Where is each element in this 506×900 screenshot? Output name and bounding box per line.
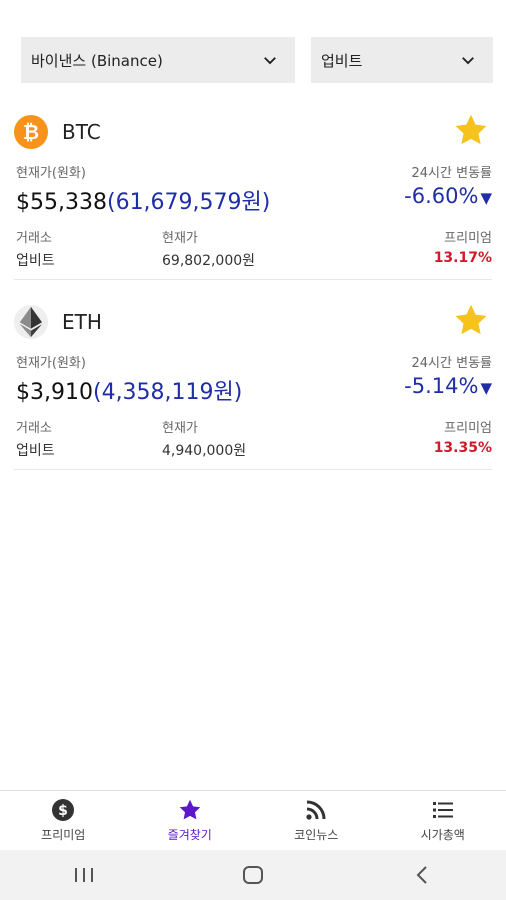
tab-coin-news[interactable]: 코인뉴스 [253, 791, 380, 850]
recent-apps-button[interactable] [69, 860, 99, 890]
exchange-price: 69,802,000원 [162, 253, 256, 269]
usd-price: $3,910 [16, 380, 93, 405]
coin-card-eth[interactable]: ETH 현재가(원화) 24시간 변동률 $3,910(4,358,119원) … [14, 300, 492, 470]
tab-favorites[interactable]: 즐겨찾기 [127, 791, 254, 850]
dollar-coin-icon: $ [52, 799, 75, 821]
coin-symbol: ETH [62, 310, 102, 334]
current-price-label: 현재가(원화) [16, 356, 86, 371]
source-exchange-select[interactable]: 바이낸스 (Binance) [21, 37, 295, 83]
favorite-star-icon[interactable] [452, 302, 490, 338]
down-arrow-icon: ▼ [480, 189, 492, 207]
exchange-label: 거래소 [16, 231, 52, 246]
coin-card-btc[interactable]: ₿ BTC 현재가(원화) 24시간 변동률 $55,338(61,679,57… [14, 110, 492, 280]
chevron-down-icon [264, 57, 276, 65]
rss-feed-icon [306, 800, 326, 820]
recent-apps-icon [75, 868, 94, 882]
tab-label: 프리미엄 [41, 828, 86, 842]
exchange-price: 4,940,000원 [162, 443, 247, 459]
home-icon [242, 866, 263, 884]
price-label: 현재가 [162, 231, 198, 246]
target-exchange-value: 업비트 [321, 51, 363, 70]
current-price-label: 현재가(원화) [16, 166, 86, 181]
exchange-name: 업비트 [16, 443, 55, 459]
bottom-tab-bar: $ 프리미엄 즐겨찾기 코인뉴스 시가총액 [0, 790, 506, 850]
target-exchange-select[interactable]: 업비트 [311, 37, 493, 83]
coin-price: $3,910(4,358,119원) [16, 374, 242, 406]
change-24h-label: 24시간 변동률 [411, 166, 492, 181]
exchange-selectors: 바이낸스 (Binance) 업비트 [21, 37, 493, 83]
coin-header: ₿ BTC [14, 114, 492, 150]
change-value: -6.60% [404, 184, 479, 208]
bitcoin-icon: ₿ [14, 115, 48, 149]
price-label: 현재가 [162, 421, 198, 436]
list-icon [432, 802, 453, 818]
usd-price: $55,338 [16, 190, 107, 215]
change-24h: -5.14% ▼ [404, 374, 492, 398]
back-icon [416, 866, 427, 884]
ethereum-icon [14, 305, 48, 339]
premium-value: 13.17% [433, 250, 492, 266]
coin-price: $55,338(61,679,579원) [16, 184, 270, 216]
star-icon [179, 799, 201, 820]
change-24h-label: 24시간 변동률 [411, 356, 492, 371]
tab-label: 즐겨찾기 [167, 828, 212, 842]
down-arrow-icon: ▼ [480, 379, 492, 397]
coin-symbol: BTC [62, 120, 101, 144]
exchange-name: 업비트 [16, 253, 55, 269]
krw-price: (61,679,579원) [106, 190, 271, 215]
premium-label: 프리미엄 [444, 231, 492, 246]
change-24h: -6.60% ▼ [404, 184, 492, 208]
change-value: -5.14% [404, 374, 479, 398]
premium-value: 13.35% [433, 440, 492, 456]
chevron-down-icon [462, 57, 474, 65]
krw-price: (4,358,119원) [92, 380, 243, 405]
tab-premium[interactable]: $ 프리미엄 [0, 791, 127, 850]
source-exchange-value: 바이낸스 (Binance) [31, 51, 163, 70]
back-button[interactable] [407, 860, 437, 890]
tab-label: 시가총액 [420, 828, 465, 842]
svg-text:$: $ [58, 803, 68, 819]
exchange-label: 거래소 [16, 421, 52, 436]
system-navigation-bar [0, 850, 506, 900]
tab-market-cap[interactable]: 시가총액 [380, 791, 506, 850]
coin-header: ETH [14, 304, 492, 340]
favorite-star-icon[interactable] [452, 112, 490, 148]
premium-label: 프리미엄 [444, 421, 492, 436]
tab-label: 코인뉴스 [294, 828, 339, 842]
home-button[interactable] [238, 860, 268, 890]
